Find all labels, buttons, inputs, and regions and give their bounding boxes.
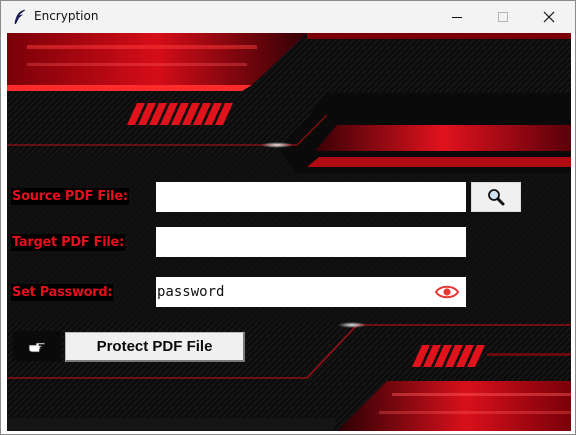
feather-icon bbox=[14, 9, 26, 25]
protect-pdf-button[interactable]: Protect PDF File bbox=[65, 332, 245, 362]
target-pdf-input[interactable] bbox=[156, 227, 466, 257]
protect-pdf-label: Protect PDF File bbox=[96, 338, 213, 355]
hand-pointer-box bbox=[13, 331, 61, 361]
maximize-icon bbox=[498, 11, 508, 22]
minimize-button[interactable] bbox=[434, 1, 480, 32]
browse-button[interactable] bbox=[471, 182, 521, 212]
app-window: Encryption Source PDF File: Target PDF F… bbox=[0, 0, 576, 435]
source-pdf-label: Source PDF File: bbox=[11, 188, 129, 205]
title-bar[interactable]: Encryption bbox=[1, 1, 575, 33]
maximize-button[interactable] bbox=[480, 1, 526, 32]
source-pdf-input[interactable] bbox=[156, 182, 466, 212]
magnifier-icon bbox=[488, 189, 505, 206]
password-label: Set Password: bbox=[11, 284, 114, 301]
client-area: Source PDF File: Target PDF File: Set Pa… bbox=[7, 33, 571, 431]
close-button[interactable] bbox=[526, 1, 572, 32]
password-value: password bbox=[157, 284, 225, 300]
close-icon bbox=[543, 11, 555, 22]
hand-pointer-icon bbox=[28, 342, 46, 353]
window-title: Encryption bbox=[34, 9, 99, 23]
eye-icon[interactable] bbox=[435, 283, 459, 301]
minimize-icon bbox=[452, 16, 462, 18]
target-pdf-label: Target PDF File: bbox=[11, 234, 125, 251]
